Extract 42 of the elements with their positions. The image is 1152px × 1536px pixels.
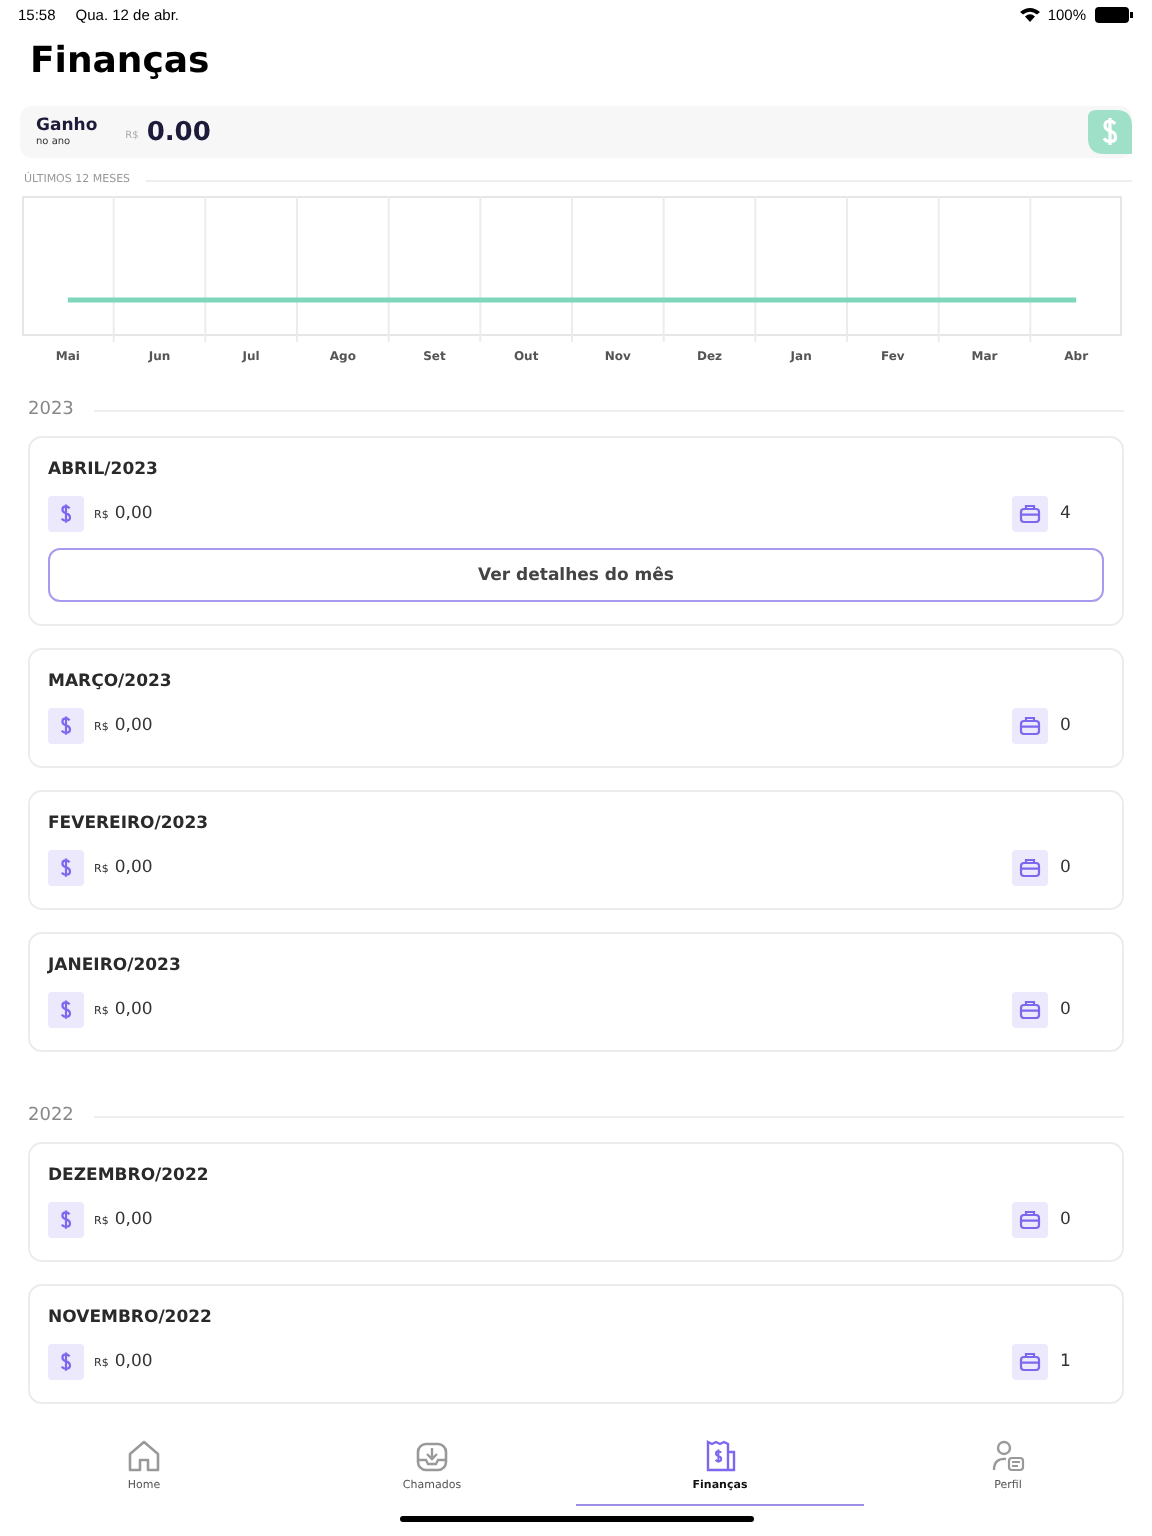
receipt-icon (702, 1438, 738, 1474)
briefcase-icon (1012, 1202, 1048, 1238)
wifi-icon (1019, 6, 1040, 22)
battery-icon (1094, 5, 1134, 23)
month-title: FEVEREIRO/2023 (48, 814, 211, 834)
dollar-icon (48, 850, 84, 886)
briefcase-icon (1012, 850, 1048, 886)
year-label: 2023 (28, 400, 74, 420)
ticket-count: 0 (1060, 1000, 1073, 1020)
month-amount: 0,00 (114, 1352, 153, 1372)
month-amount: 0,00 (114, 858, 153, 878)
month-title: NOVEMBRO/2022 (48, 1308, 214, 1328)
inbox-icon (414, 1438, 450, 1474)
ticket-count: 0 (1060, 1210, 1073, 1230)
briefcase-icon (1012, 708, 1048, 744)
briefcase-icon (1012, 992, 1048, 1028)
briefcase-icon (1012, 1344, 1048, 1380)
month-title: DEZEMBRO/2022 (48, 1166, 211, 1186)
month-amount: 0,00 (114, 716, 153, 736)
dollar-icon (48, 1344, 84, 1380)
month-amount: 0,00 (114, 1000, 153, 1020)
profile-icon (990, 1438, 1026, 1474)
dollar-icon (48, 992, 84, 1028)
ticket-count: 4 (1060, 504, 1073, 524)
year-label: 2022 (28, 1106, 74, 1126)
home-icon (126, 1438, 162, 1474)
month-details-button[interactable]: Ver detalhes do mês (48, 548, 1104, 602)
summary-amount: 0.00 (146, 117, 211, 147)
dollar-icon (48, 708, 84, 744)
month-title: JANEIRO/2023 (48, 956, 183, 976)
briefcase-icon (1012, 496, 1048, 532)
month-amount: 0,00 (114, 504, 153, 524)
summary-label: Ganho (36, 116, 98, 136)
ticket-count: 0 (1060, 858, 1073, 878)
ticket-count: 0 (1060, 716, 1073, 736)
dollar-icon (48, 496, 84, 532)
month-title: MARÇO/2023 (48, 672, 174, 692)
page-title: Finanças (30, 40, 212, 82)
dollar-icon (48, 1202, 84, 1238)
month-title: ABRIL/2023 (48, 460, 160, 480)
month-amount: 0,00 (114, 1210, 153, 1230)
ticket-count: 1 (1060, 1352, 1073, 1372)
